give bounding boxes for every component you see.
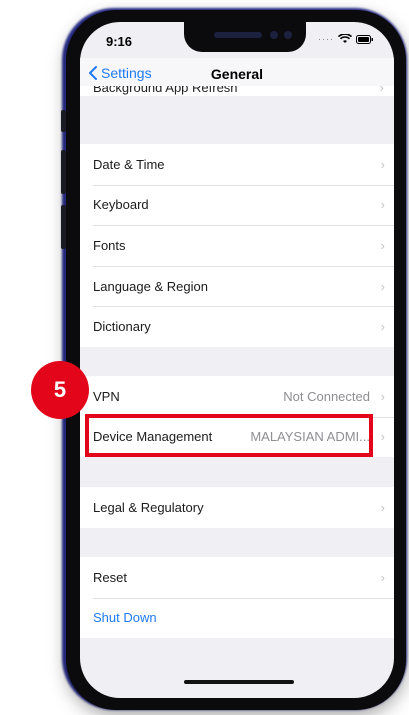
list-item-language-region[interactable]: Language & Region › xyxy=(80,265,394,307)
chevron-right-icon: › xyxy=(380,197,385,213)
chevron-right-icon: › xyxy=(380,569,385,585)
speaker-grille xyxy=(214,32,262,38)
chevron-right-icon: › xyxy=(380,388,385,404)
list-item-dictionary[interactable]: Dictionary › xyxy=(80,306,394,347)
list-item-label: Legal & Regulatory xyxy=(93,499,204,515)
sensor-icon xyxy=(284,31,292,39)
shut-down-button[interactable]: Shut Down xyxy=(80,597,394,639)
volume-down-button xyxy=(61,205,66,249)
camera-notch xyxy=(184,22,306,52)
signal-icon: ···· xyxy=(318,34,334,44)
list-item-label: Reset xyxy=(93,569,127,585)
chevron-right-icon: › xyxy=(380,429,385,445)
settings-group-1: Date & Time › Keyboard › Fonts › Languag… xyxy=(80,144,394,347)
camera-icon xyxy=(270,31,278,39)
shut-down-label: Shut Down xyxy=(93,610,157,626)
chevron-right-icon: › xyxy=(379,86,384,95)
settings-group-3: Legal & Regulatory › xyxy=(80,487,394,528)
list-item-legal-regulatory[interactable]: Legal & Regulatory › xyxy=(80,487,394,528)
list-item-date-time[interactable]: Date & Time › xyxy=(80,144,394,185)
list-item-label: Background App Refresh xyxy=(93,86,238,95)
wifi-icon xyxy=(338,34,352,43)
list-item-keyboard[interactable]: Keyboard › xyxy=(80,184,394,226)
list-item-label: VPN xyxy=(93,388,120,404)
navigation-bar: Settings General xyxy=(80,58,394,86)
volume-up-button xyxy=(61,150,66,194)
status-time: 9:16 xyxy=(106,34,133,49)
list-item-label: Fonts xyxy=(93,237,126,253)
list-item-fonts[interactable]: Fonts › xyxy=(80,225,394,266)
list-item-reset[interactable]: Reset › xyxy=(80,557,394,598)
vpn-status-value: Not Connected xyxy=(283,388,370,404)
list-item-vpn[interactable]: VPN Not Connected › xyxy=(80,376,394,417)
highlight-box xyxy=(85,414,373,457)
chevron-right-icon: › xyxy=(380,278,385,294)
step-badge: 5 xyxy=(31,361,89,419)
list-item-label: Language & Region xyxy=(93,278,208,294)
phone-screen: 9:16 ···· Settings General Background Ap… xyxy=(80,22,394,698)
home-indicator[interactable] xyxy=(184,680,294,684)
status-icons: ···· xyxy=(318,34,374,44)
mute-switch xyxy=(61,110,66,132)
page-title: General xyxy=(210,66,264,82)
list-item-label: Dictionary xyxy=(93,319,151,335)
list-item-label: Date & Time xyxy=(93,156,165,172)
chevron-right-icon: › xyxy=(380,156,385,172)
settings-group-4: Reset › Shut Down xyxy=(80,557,394,639)
list-item-label: Keyboard xyxy=(93,197,149,213)
chevron-right-icon: › xyxy=(380,499,385,515)
battery-icon xyxy=(356,34,373,44)
list-item-background-app-refresh[interactable]: Background App Refresh › xyxy=(80,86,394,96)
chevron-right-icon: › xyxy=(380,319,385,335)
chevron-right-icon: › xyxy=(380,237,385,253)
